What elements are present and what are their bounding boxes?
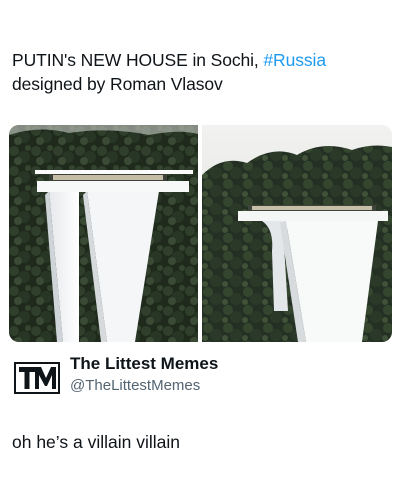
account-name[interactable]: The Littest Memes [70,354,218,374]
house-photo-front[interactable] [9,125,198,342]
tm-logo-label: TM [12,346,13,347]
post-text-line-1: PUTIN's NEW HOUSE in Sochi, #Russia [12,48,388,72]
post-title: PUTIN's NEW HOUSE in Sochi, [12,50,264,70]
post-text-line-2: designed by Roman Vlasov [12,74,223,94]
tm-logo-icon [14,362,60,394]
meme-caption: oh he’s a villain villain [12,432,180,452]
media-grid [9,125,392,342]
account-handle[interactable]: @TheLittestMemes [70,377,200,394]
house-photo-side[interactable] [202,125,392,342]
quoted-account[interactable]: TM The Littest Memes @TheLittestMemes [12,346,388,406]
hashtag-link[interactable]: #Russia [263,50,326,70]
post-text: PUTIN's NEW HOUSE in Sochi, #Russia desi… [12,48,388,96]
